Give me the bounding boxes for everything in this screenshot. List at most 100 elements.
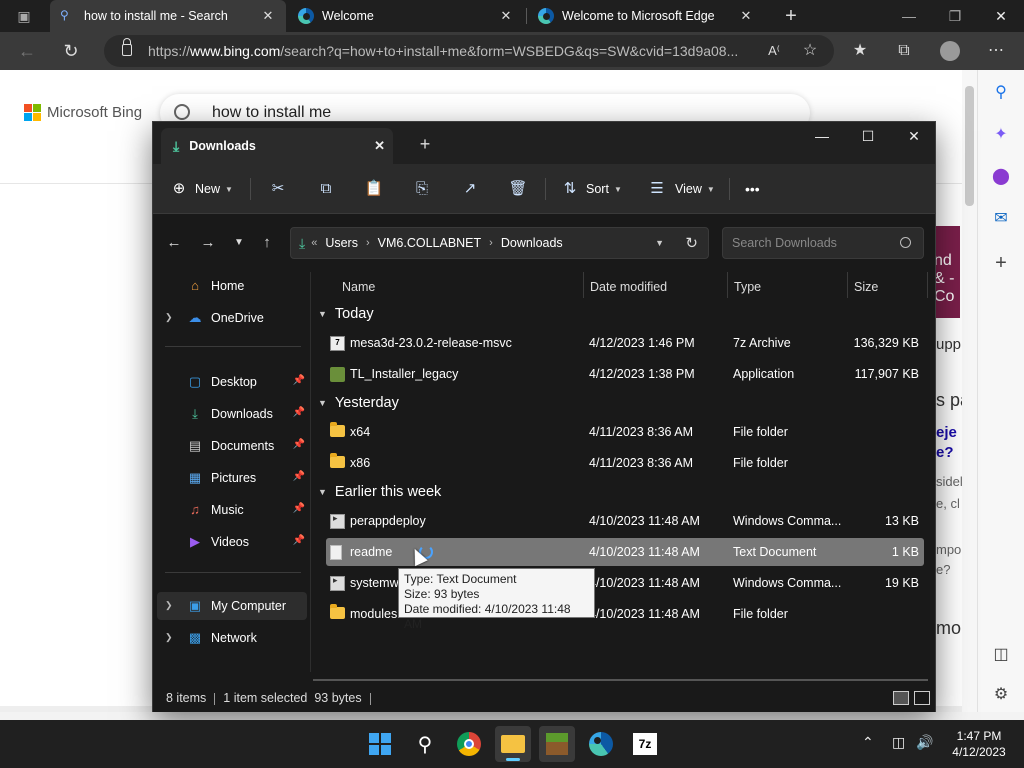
close-tab-icon[interactable]: ✕ [260, 8, 276, 24]
close-tab-icon[interactable]: ✕ [498, 8, 514, 24]
breadcrumb-downloads[interactable]: Downloads [501, 236, 563, 250]
file-list-scrollbar[interactable] [313, 679, 928, 681]
pin-icon[interactable]: 📌 [293, 471, 305, 482]
chevron-right-icon[interactable]: › [366, 237, 370, 249]
start-button[interactable] [362, 726, 398, 762]
explorer-tab-downloads[interactable]: ⤓ Downloads ✕ [161, 128, 393, 164]
delete-button[interactable]: 🗑 [504, 175, 532, 203]
search-icon[interactable]: ⚲ [990, 82, 1012, 104]
column-header-size[interactable]: Size [848, 272, 928, 298]
hide-sidebar-icon[interactable]: ◫ [990, 644, 1012, 666]
chevron-down-icon[interactable]: ▼ [655, 238, 664, 248]
maximize-button[interactable]: ❐ [932, 0, 978, 32]
nav-item-network[interactable]: ❯ ▩ Network [157, 624, 307, 652]
search-icon[interactable]: ⚲ [407, 726, 443, 762]
tab-welcome-edge[interactable]: Welcome to Microsoft Edge ✕ [528, 0, 764, 32]
chrome-icon[interactable] [451, 726, 487, 762]
cut-button[interactable]: ✂ [264, 175, 292, 203]
new-tab-button[interactable]: + [768, 0, 814, 32]
group-header-today[interactable]: ▼ Today [318, 302, 374, 326]
pin-icon[interactable]: 📌 [293, 503, 305, 514]
read-aloud-icon[interactable]: A⁽ [758, 36, 790, 66]
add-sidebar-app-icon[interactable]: + [990, 252, 1012, 274]
pin-icon[interactable]: 📌 [293, 439, 305, 450]
minimize-button[interactable]: — [799, 122, 845, 150]
view-button[interactable]: ☰ View ▼ [643, 175, 715, 203]
edge-icon[interactable] [583, 726, 619, 762]
column-header-type[interactable]: Type [728, 272, 848, 298]
chevron-right-icon[interactable]: › [489, 237, 493, 249]
maximize-button[interactable]: ☐ [845, 122, 891, 150]
more-options-button[interactable]: ••• [741, 175, 764, 203]
nav-item-downloads[interactable]: ⤓ Downloads 📌 [157, 400, 307, 428]
file-row[interactable]: 7 mesa3d-23.0.2-release-msvc 4/12/2023 1… [326, 329, 924, 357]
new-button[interactable]: ⊕ New ▼ [169, 175, 233, 203]
pin-icon[interactable]: 📌 [293, 407, 305, 418]
large-icons-view-toggle[interactable] [914, 691, 930, 705]
column-header-date[interactable]: Date modified [584, 272, 728, 298]
refresh-icon[interactable]: ↻ [685, 234, 698, 252]
share-button[interactable]: ↗ [456, 175, 484, 203]
close-tab-icon[interactable]: ✕ [374, 138, 385, 154]
chevron-right-icon[interactable]: ❯ [165, 632, 173, 643]
file-row[interactable]: perappdeploy 4/10/2023 11:48 AM Windows … [326, 507, 924, 535]
nav-item-videos[interactable]: ▶ Videos 📌 [157, 528, 307, 556]
network-tray-icon[interactable]: ◫ [892, 734, 905, 751]
file-row[interactable]: x86 4/11/2023 8:36 AM File folder [326, 449, 924, 477]
file-explorer-icon[interactable] [495, 726, 531, 762]
close-window-button[interactable]: ✕ [978, 0, 1024, 32]
profile-avatar[interactable] [934, 36, 966, 66]
page-scrollbar[interactable] [962, 70, 977, 712]
refresh-button[interactable]: ↻ [56, 36, 86, 66]
up-button[interactable]: ↑ [254, 230, 280, 256]
outlook-icon[interactable]: ✉ [990, 208, 1012, 230]
close-window-button[interactable]: ✕ [891, 122, 937, 150]
nav-item-home[interactable]: ⌂ Home [157, 272, 307, 300]
breadcrumb-users[interactable]: Users [325, 236, 358, 250]
nav-item-onedrive[interactable]: ❯ ☁ OneDrive [157, 304, 307, 332]
bing-logo[interactable]: Microsoft Bing [24, 104, 142, 121]
details-view-toggle[interactable] [893, 691, 909, 705]
sort-button[interactable]: ⇅ Sort ▼ [556, 175, 622, 203]
forward-button[interactable]: → [195, 230, 221, 256]
volume-icon[interactable]: 🔊 [916, 734, 933, 751]
file-row[interactable]: TL_Installer_legacy 4/12/2023 1:38 PM Ap… [326, 360, 924, 388]
nav-item-documents[interactable]: ▤ Documents 📌 [157, 432, 307, 460]
group-header-yesterday[interactable]: ▼ Yesterday [318, 391, 399, 415]
minimize-button[interactable]: — [886, 0, 932, 32]
back-button[interactable]: ← [161, 230, 187, 256]
chevron-right-icon[interactable]: ❯ [165, 312, 173, 323]
tab-search[interactable]: ⚲ how to install me - Search ✕ [50, 0, 286, 32]
nav-item-music[interactable]: ♫ Music 📌 [157, 496, 307, 524]
7zip-icon[interactable]: 7z [627, 726, 663, 762]
address-bar[interactable]: https://www.bing.com/search?q=how+to+ins… [104, 35, 834, 67]
nav-item-my-computer[interactable]: ❯ ▣ My Computer [157, 592, 307, 620]
gear-icon[interactable]: ⚙ [990, 684, 1012, 706]
minecraft-icon[interactable] [539, 726, 575, 762]
breadcrumb-vm6[interactable]: VM6.COLLABNET [378, 236, 482, 250]
collections-icon[interactable]: ⧉ [888, 36, 920, 66]
paste-button[interactable]: 📋 [360, 175, 388, 203]
close-tab-icon[interactable]: ✕ [738, 8, 754, 24]
nav-item-pictures[interactable]: ▦ Pictures 📌 [157, 464, 307, 492]
copilot-icon[interactable]: ✦ [990, 124, 1012, 146]
scrollbar-thumb[interactable] [965, 86, 974, 206]
recent-locations-button[interactable]: ▼ [226, 230, 252, 256]
system-clock[interactable]: 1:47 PM 4/12/2023 [944, 728, 1014, 760]
nav-item-desktop[interactable]: ▢ Desktop 📌 [157, 368, 307, 396]
favorites-icon[interactable]: ★ [844, 36, 876, 66]
tab-actions-icon[interactable]: ▣ [2, 0, 46, 32]
new-tab-button[interactable]: + [411, 132, 439, 156]
file-row[interactable]: x64 4/11/2023 8:36 AM File folder [326, 418, 924, 446]
group-header-earlier[interactable]: ▼ Earlier this week [318, 480, 441, 504]
chevron-right-icon[interactable]: ❯ [165, 600, 173, 611]
back-button[interactable]: ← [12, 36, 42, 66]
show-hidden-icons-chevron-up-icon[interactable]: ⌃ [862, 734, 874, 751]
settings-more-icon[interactable]: ⋯ [980, 36, 1012, 66]
rename-button[interactable]: ⎘ [408, 175, 436, 203]
promo-banner[interactable]: nd & - Co [934, 226, 960, 318]
shopping-icon[interactable]: ⬤ [990, 166, 1012, 188]
tab-welcome[interactable]: Welcome ✕ [288, 0, 524, 32]
explorer-search-input[interactable]: Search Downloads [722, 227, 924, 259]
add-favorite-icon[interactable]: ☆ [794, 36, 826, 66]
